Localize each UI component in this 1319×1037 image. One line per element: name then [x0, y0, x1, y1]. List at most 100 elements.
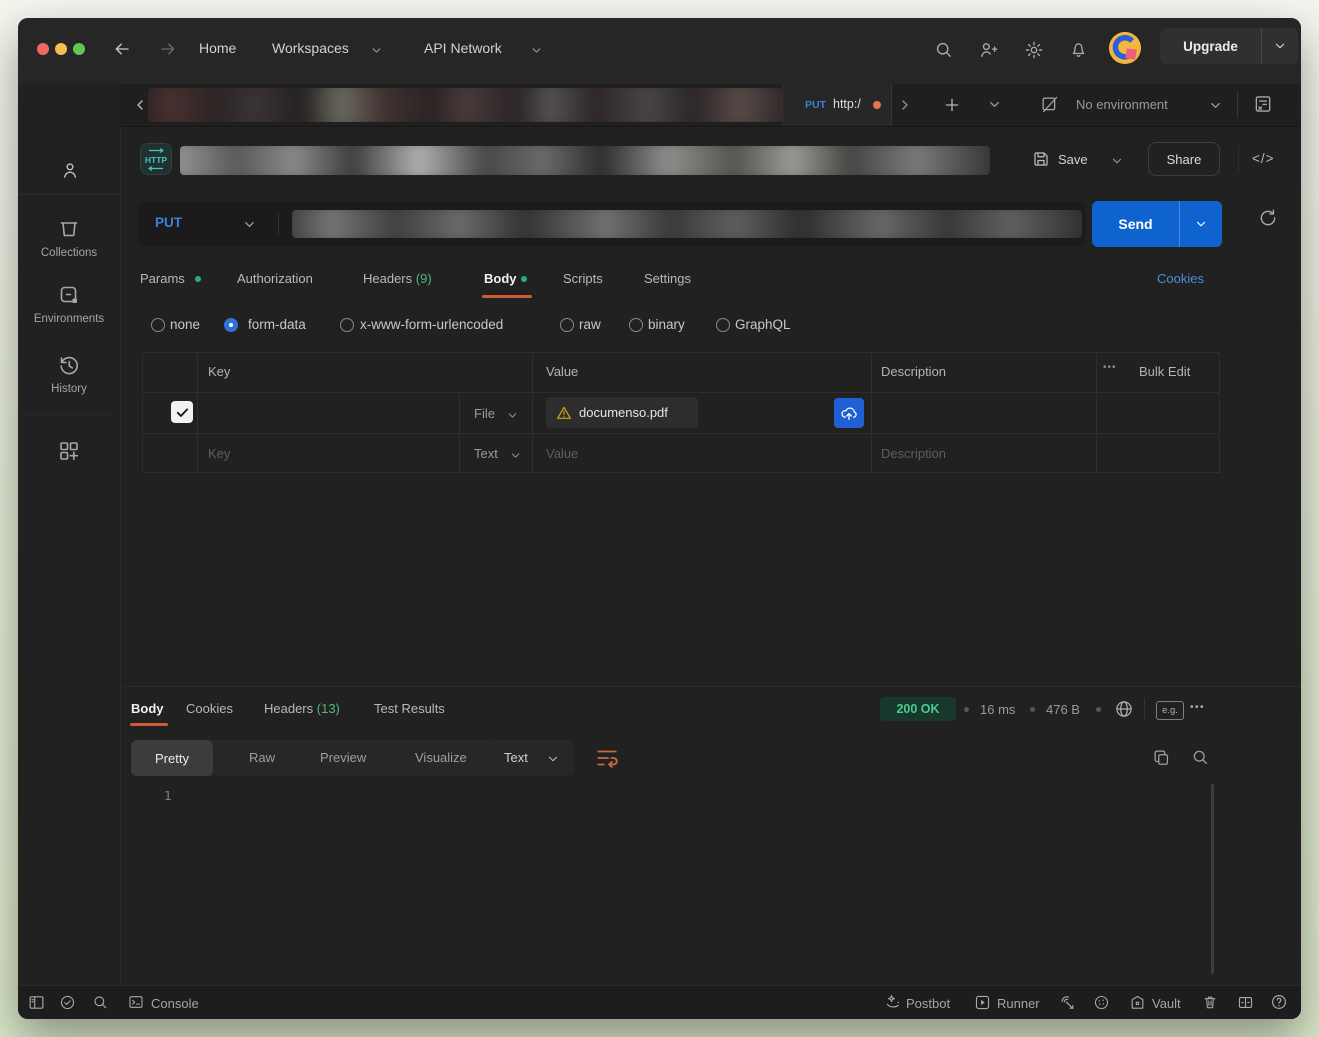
cookies-icon[interactable] [1093, 994, 1110, 1011]
sidebar-item-label: Collections [18, 247, 120, 259]
response-tab-body[interactable]: Body [131, 701, 164, 716]
close-window-button[interactable] [37, 43, 49, 55]
tab-authorization[interactable]: Authorization [237, 271, 313, 286]
toggle-sidebar-icon[interactable] [28, 994, 45, 1011]
nav-workspaces[interactable]: Workspaces [272, 40, 349, 56]
radio-x-www-form-urlencoded[interactable] [340, 318, 354, 332]
response-tab-test-results[interactable]: Test Results [374, 701, 445, 716]
key-input-placeholder[interactable]: Key [208, 446, 230, 461]
upgrade-button[interactable]: Upgrade [1160, 28, 1298, 64]
nav-home[interactable]: Home [199, 40, 236, 56]
row2-type-selector[interactable]: Text [474, 446, 498, 461]
invite-user-icon[interactable] [978, 40, 998, 60]
response-format-dropdown[interactable]: Text [490, 740, 574, 776]
tab-body[interactable]: Body [484, 271, 517, 286]
scroll-tabs-left-icon[interactable] [132, 97, 148, 113]
column-header-value: Value [546, 364, 578, 379]
new-tab-plus-icon[interactable] [943, 96, 961, 114]
view-mode-preview[interactable]: Preview [320, 750, 366, 765]
radio-none[interactable] [151, 318, 165, 332]
split-panes-icon[interactable] [1237, 994, 1254, 1011]
find-icon[interactable] [92, 994, 108, 1010]
environment-selector[interactable]: No environment [1035, 84, 1265, 126]
radio-form-data[interactable] [224, 318, 238, 332]
wrap-text-icon[interactable] [594, 745, 620, 771]
radio-form-data-label[interactable]: form-data [248, 317, 306, 332]
radio-binary-label[interactable]: binary [648, 317, 685, 332]
help-icon[interactable] [1270, 993, 1288, 1011]
maximize-window-button[interactable] [73, 43, 85, 55]
upload-file-button[interactable] [834, 398, 864, 428]
cookies-link[interactable]: Cookies [1157, 271, 1204, 286]
upgrade-label: Upgrade [1160, 39, 1261, 54]
network-globe-icon[interactable] [1114, 699, 1134, 719]
warning-triangle-icon [556, 405, 572, 421]
forward-arrow-icon[interactable] [159, 40, 177, 58]
tab-settings[interactable]: Settings [644, 271, 691, 286]
profile-icon[interactable] [60, 160, 80, 180]
radio-graphql-label[interactable]: GraphQL [735, 317, 791, 332]
response-divider [120, 686, 1301, 687]
response-options-dots-icon[interactable]: ••• [1190, 702, 1205, 713]
minimize-window-button[interactable] [55, 43, 67, 55]
upgrade-menu-chevron[interactable] [1262, 39, 1298, 53]
app-window: Home Workspaces API Network Upgrade [18, 18, 1301, 1019]
runner-icon [974, 994, 991, 1011]
send-options-chevron[interactable] [1180, 201, 1222, 247]
add-module-grid-icon[interactable] [57, 439, 81, 463]
send-button[interactable]: Send [1092, 201, 1222, 247]
capture-requests-icon[interactable] [1059, 994, 1076, 1011]
user-avatar[interactable] [1109, 32, 1141, 64]
notifications-bell-icon[interactable] [1069, 40, 1088, 59]
response-tab-headers[interactable]: Headers (13) [264, 701, 340, 716]
tab-options-chevron-icon[interactable] [987, 97, 1002, 112]
redacted-request-url[interactable] [292, 210, 1082, 238]
table-options-dots-icon[interactable]: ••• [1103, 362, 1117, 373]
row1-type-selector[interactable]: File [474, 406, 495, 421]
back-arrow-icon[interactable] [113, 40, 131, 58]
active-request-tab[interactable]: PUT http:/ [782, 84, 892, 126]
save-as-example-icon[interactable]: e.g. [1156, 701, 1184, 720]
environment-quick-look-icon[interactable] [1253, 94, 1273, 114]
trash-icon[interactable] [1202, 994, 1218, 1010]
radio-binary[interactable] [629, 318, 643, 332]
radio-raw-label[interactable]: raw [579, 317, 601, 332]
search-response-icon[interactable] [1191, 748, 1209, 766]
bulk-edit-button[interactable]: Bulk Edit [1139, 364, 1190, 379]
search-icon[interactable] [934, 40, 953, 59]
selected-file-chip[interactable]: documenso.pdf [546, 397, 698, 428]
divider [459, 392, 460, 472]
view-mode-pretty[interactable]: Pretty [131, 740, 213, 776]
method-selector[interactable]: PUT [155, 215, 182, 230]
share-button[interactable]: Share [1148, 142, 1220, 176]
checkmark-circle-icon[interactable] [59, 994, 76, 1011]
meta-dot [1030, 707, 1035, 712]
save-options-chevron-icon[interactable] [1110, 154, 1124, 168]
tab-params[interactable]: Params [140, 271, 185, 286]
response-tab-cookies[interactable]: Cookies [186, 701, 233, 716]
radio-raw[interactable] [560, 318, 574, 332]
view-mode-visualize[interactable]: Visualize [415, 750, 467, 765]
description-input-placeholder[interactable]: Description [881, 446, 946, 461]
radio-none-label[interactable]: none [170, 317, 200, 332]
radio-x-www-form-urlencoded-label[interactable]: x-www-form-urlencoded [360, 317, 503, 332]
code-snippet-icon[interactable]: </> [1252, 151, 1275, 166]
row-checkbox[interactable] [171, 401, 193, 423]
response-view-switcher: Pretty Raw Preview Visualize [131, 740, 497, 776]
scroll-tabs-right-icon[interactable] [897, 97, 913, 113]
response-scrollbar[interactable] [1211, 784, 1214, 974]
value-input-placeholder[interactable]: Value [546, 446, 578, 461]
divider [871, 353, 872, 472]
tab-headers[interactable]: Headers (9) [363, 271, 432, 286]
form-data-table: Key Value Description ••• Bulk Edit File… [142, 352, 1220, 473]
save-button[interactable]: Save [1026, 146, 1136, 174]
avatar-art [1109, 32, 1141, 64]
view-mode-raw[interactable]: Raw [249, 750, 275, 765]
nav-api-network[interactable]: API Network [424, 40, 502, 56]
refresh-sync-icon[interactable] [1258, 208, 1278, 228]
radio-graphql[interactable] [716, 318, 730, 332]
settings-gear-icon[interactable] [1024, 40, 1044, 60]
tab-scripts[interactable]: Scripts [563, 271, 603, 286]
method-chevron-icon[interactable] [242, 217, 257, 232]
copy-icon[interactable] [1152, 748, 1171, 767]
